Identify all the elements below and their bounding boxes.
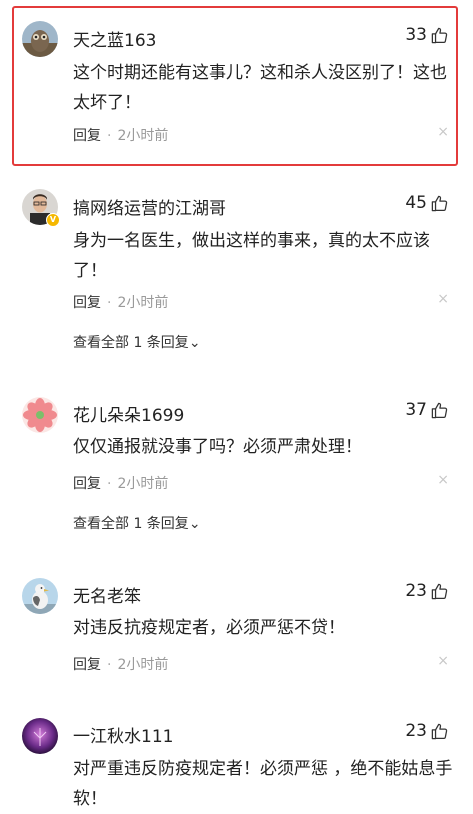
comment-author[interactable]: 搞网络运营的江湖哥 xyxy=(73,194,226,219)
view-all-label: 查看全部 1 条回复 xyxy=(73,335,189,351)
comment-author[interactable]: 一江秋水111 xyxy=(73,722,173,747)
comment-time: 2小时前 xyxy=(117,476,169,492)
reply-button[interactable]: 回复 xyxy=(73,657,101,673)
comment-text: 仅仅通报就没事了吗？必须严肃处理！ xyxy=(73,437,362,457)
thumbs-up-icon xyxy=(431,723,448,739)
close-icon[interactable]: × xyxy=(437,124,449,140)
thumbs-up-icon xyxy=(431,195,448,211)
comment-text: 身为一名医生，做出这样的事来，真的太不应该了！ xyxy=(73,231,430,281)
like-button[interactable]: 37 xyxy=(405,400,449,420)
comment-meta: 回复 · 2小时前 xyxy=(73,654,168,674)
comment-author[interactable]: 花儿朵朵1699 xyxy=(73,401,184,426)
chevron-down-icon: ⌄ xyxy=(188,335,201,351)
reply-button[interactable]: 回复 xyxy=(73,295,101,311)
avatar[interactable] xyxy=(22,578,58,614)
comment-time: 2小时前 xyxy=(117,295,169,311)
avatar[interactable] xyxy=(22,21,58,57)
like-count: 45 xyxy=(405,193,427,213)
like-count: 23 xyxy=(405,721,427,741)
like-button[interactable]: 23 xyxy=(405,581,449,601)
comment-text: 对违反抗疫规定者，必须严惩不贷！ xyxy=(73,618,345,638)
comment-meta: 回复 · 2小时前 xyxy=(73,125,168,145)
comment-author[interactable]: 天之蓝163 xyxy=(73,26,156,51)
separator-dot: · xyxy=(107,657,112,673)
like-button[interactable]: 23 xyxy=(405,721,449,741)
view-all-replies-link[interactable]: 查看全部 1 条回复⌄ xyxy=(73,513,201,533)
like-button[interactable]: 45 xyxy=(405,193,449,213)
view-all-label: 查看全部 1 条回复 xyxy=(73,516,189,532)
thumbs-up-icon xyxy=(431,27,448,43)
comment-text: 这个时期还能有这事儿？这和杀人没区别了！这也太坏了！ xyxy=(73,63,447,113)
separator-dot: · xyxy=(107,476,112,492)
comment-time: 2小时前 xyxy=(117,657,169,673)
verified-badge: V xyxy=(46,213,60,227)
close-icon[interactable]: × xyxy=(437,472,449,488)
chevron-down-icon: ⌄ xyxy=(188,516,201,532)
reply-button[interactable]: 回复 xyxy=(73,476,101,492)
view-all-replies-link[interactable]: 查看全部 1 条回复⌄ xyxy=(73,332,201,352)
avatar[interactable] xyxy=(22,718,58,754)
comment-time: 2小时前 xyxy=(117,128,169,144)
reply-button[interactable]: 回复 xyxy=(73,128,101,144)
thumbs-up-icon xyxy=(431,402,448,418)
like-button[interactable]: 33 xyxy=(405,25,449,45)
close-icon[interactable]: × xyxy=(437,291,449,307)
thumbs-up-icon xyxy=(431,583,448,599)
comment-meta: 回复 · 2小时前 xyxy=(73,473,168,493)
avatar[interactable] xyxy=(22,397,58,433)
separator-dot: · xyxy=(107,295,112,311)
like-count: 23 xyxy=(405,581,427,601)
comment-meta: 回复 · 2小时前 xyxy=(73,292,168,312)
like-count: 33 xyxy=(405,25,427,45)
comment-author[interactable]: 无名老笨 xyxy=(73,582,141,607)
like-count: 37 xyxy=(405,400,427,420)
comment-text: 对严重违反防疫规定者！必须严惩 ，绝不能姑息手软！ xyxy=(73,759,453,809)
separator-dot: · xyxy=(107,128,112,144)
close-icon[interactable]: × xyxy=(437,653,449,669)
